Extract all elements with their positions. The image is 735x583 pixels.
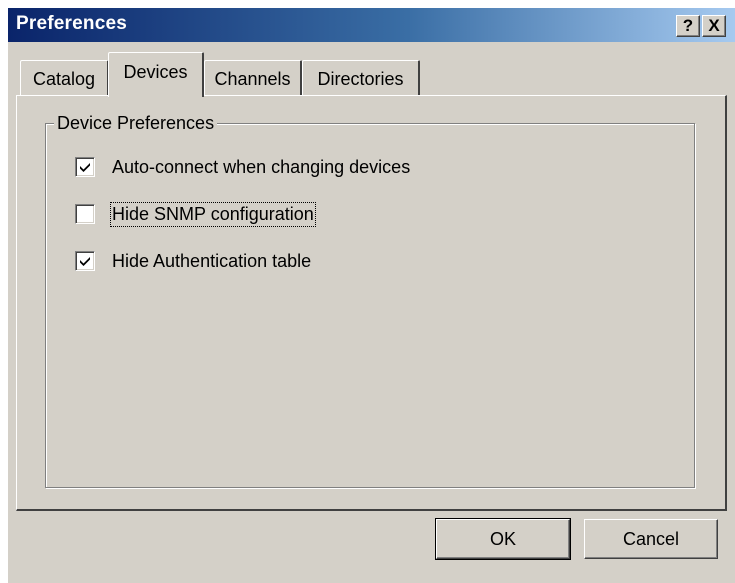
auto-connect-checkbox[interactable]: [75, 157, 95, 177]
ok-button[interactable]: OK: [435, 518, 571, 560]
window-title: Preferences: [16, 13, 127, 34]
hide-authentication-checkbox[interactable]: [75, 251, 95, 271]
hide-snmp-label: Hide SNMP configuration: [110, 201, 316, 227]
title-bar[interactable]: Preferences ? X: [8, 8, 735, 42]
hide-authentication-label: Hide Authentication table: [112, 250, 312, 271]
option-hide-authentication[interactable]: Hide Authentication table: [75, 249, 311, 273]
auto-connect-label: Auto-connect when changing devices: [112, 156, 411, 177]
tab-catalog[interactable]: Catalog: [20, 60, 109, 97]
option-hide-snmp[interactable]: Hide SNMP configuration: [75, 201, 316, 227]
cancel-button[interactable]: Cancel: [584, 519, 718, 559]
option-auto-connect[interactable]: Auto-connect when changing devices: [75, 155, 410, 179]
help-button[interactable]: ?: [676, 15, 700, 37]
checkmark-icon: [80, 257, 90, 266]
group-label: Device Preferences: [54, 113, 218, 134]
checkmark-icon: [80, 163, 90, 172]
tab-directories[interactable]: Directories: [302, 60, 420, 97]
hide-snmp-checkbox[interactable]: [75, 204, 95, 224]
tab-devices[interactable]: Devices: [108, 52, 204, 97]
close-button[interactable]: X: [702, 15, 726, 37]
tab-channels[interactable]: Channels: [204, 60, 302, 97]
